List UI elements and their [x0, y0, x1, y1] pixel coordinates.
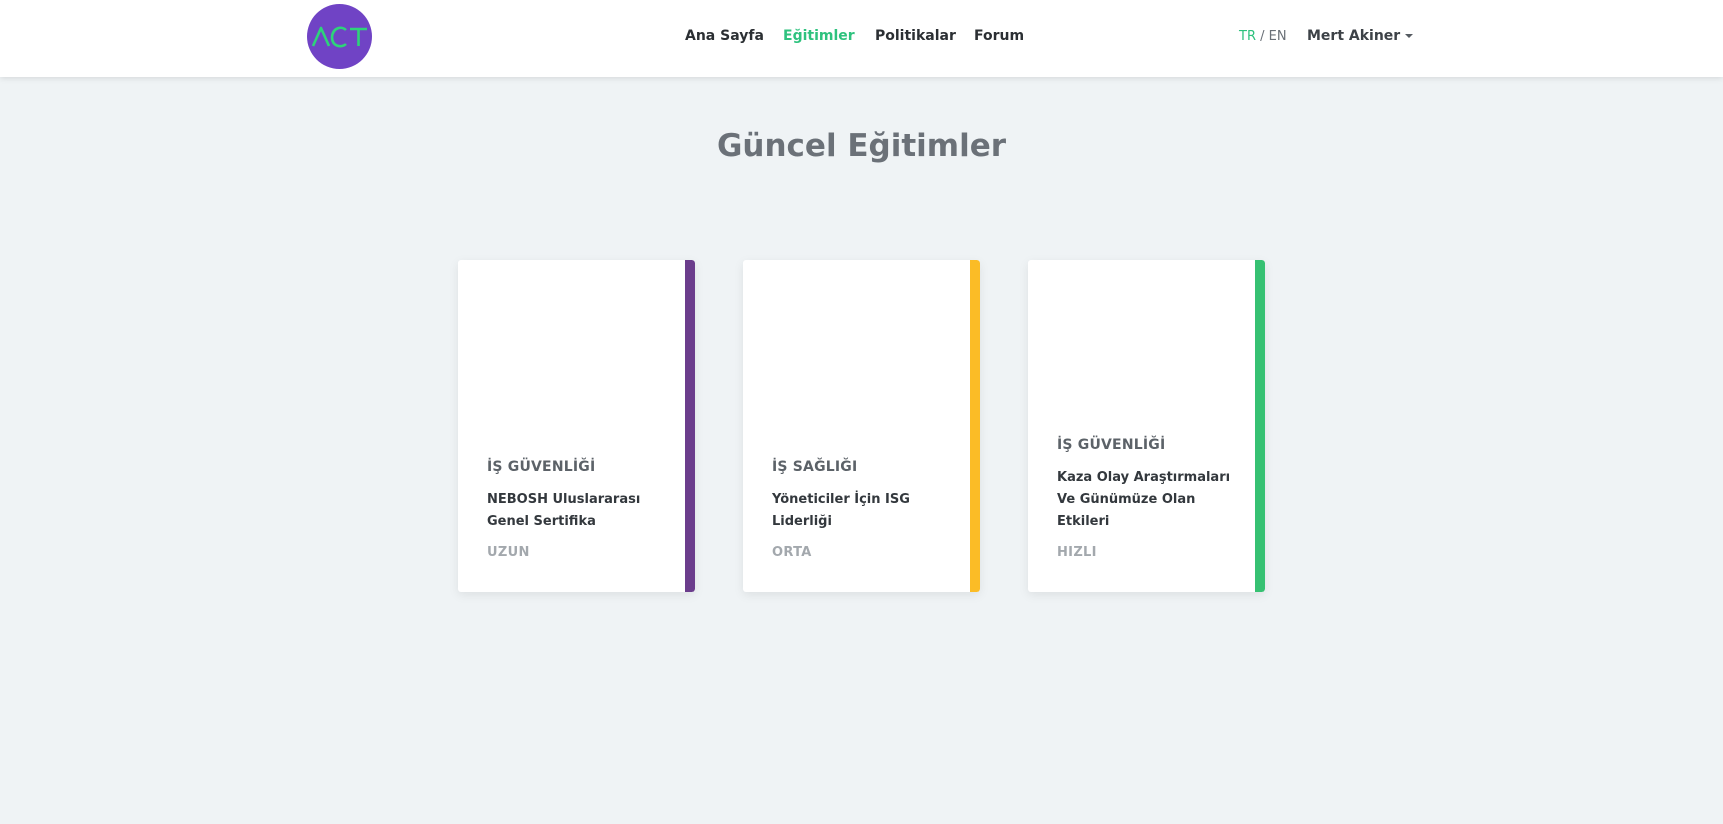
- card-duration: HIZLI: [1057, 545, 1097, 560]
- nav-policies[interactable]: Politikalar: [875, 28, 956, 44]
- lang-separator: /: [1255, 29, 1269, 44]
- card-title: Yöneticiler İçin ISG Liderliği: [772, 492, 910, 529]
- nav-trainings[interactable]: Eğitimler: [783, 28, 855, 44]
- lang-tr[interactable]: TR: [1239, 29, 1256, 44]
- page-title: Güncel Eğitimler: [716, 128, 1007, 164]
- training-card[interactable]: İŞ GÜVENLİĞİ NEBOSH Uluslararası Genel S…: [458, 260, 695, 592]
- card-category: İŞ GÜVENLİĞİ: [487, 459, 596, 475]
- card-accent-stripe: [970, 260, 980, 592]
- card-content: İŞ SAĞLIĞI Yöneticiler İçin ISG Liderliğ…: [772, 459, 958, 560]
- user-name: Mert Akiner: [1307, 28, 1401, 44]
- nav-forum[interactable]: Forum: [974, 28, 1024, 44]
- card-category: İŞ GÜVENLİĞİ: [1057, 437, 1166, 453]
- card-accent-stripe: [685, 260, 695, 592]
- training-card[interactable]: İŞ SAĞLIĞI Yöneticiler İçin ISG Liderliğ…: [743, 260, 980, 592]
- card-title: NEBOSH Uluslararası Genel Sertifika: [487, 492, 641, 529]
- card-duration: UZUN: [487, 545, 530, 560]
- language-switcher: TR / EN: [1239, 29, 1287, 44]
- main-nav: Ana Sayfa Eğitimler Politikalar Forum: [0, 0, 1723, 77]
- user-menu[interactable]: Mert Akiner: [1307, 28, 1414, 44]
- card-category: İŞ SAĞLIĞI: [772, 459, 858, 475]
- card-accent-stripe: [1255, 260, 1265, 592]
- card-title: Kaza Olay Araştırmaları Ve Günümüze Olan…: [1057, 470, 1231, 529]
- training-card[interactable]: İŞ GÜVENLİĞİ Kaza Olay Araştırmaları Ve …: [1028, 260, 1265, 592]
- chevron-down-icon: [1405, 34, 1414, 38]
- card-content: İŞ GÜVENLİĞİ NEBOSH Uluslararası Genel S…: [487, 459, 673, 560]
- top-navbar: Ana Sayfa Eğitimler Politikalar Forum TR…: [0, 0, 1723, 77]
- lang-en[interactable]: EN: [1269, 29, 1287, 44]
- card-content: İŞ GÜVENLİĞİ Kaza Olay Araştırmaları Ve …: [1057, 437, 1243, 560]
- card-duration: ORTA: [772, 545, 812, 560]
- nav-home[interactable]: Ana Sayfa: [685, 28, 764, 44]
